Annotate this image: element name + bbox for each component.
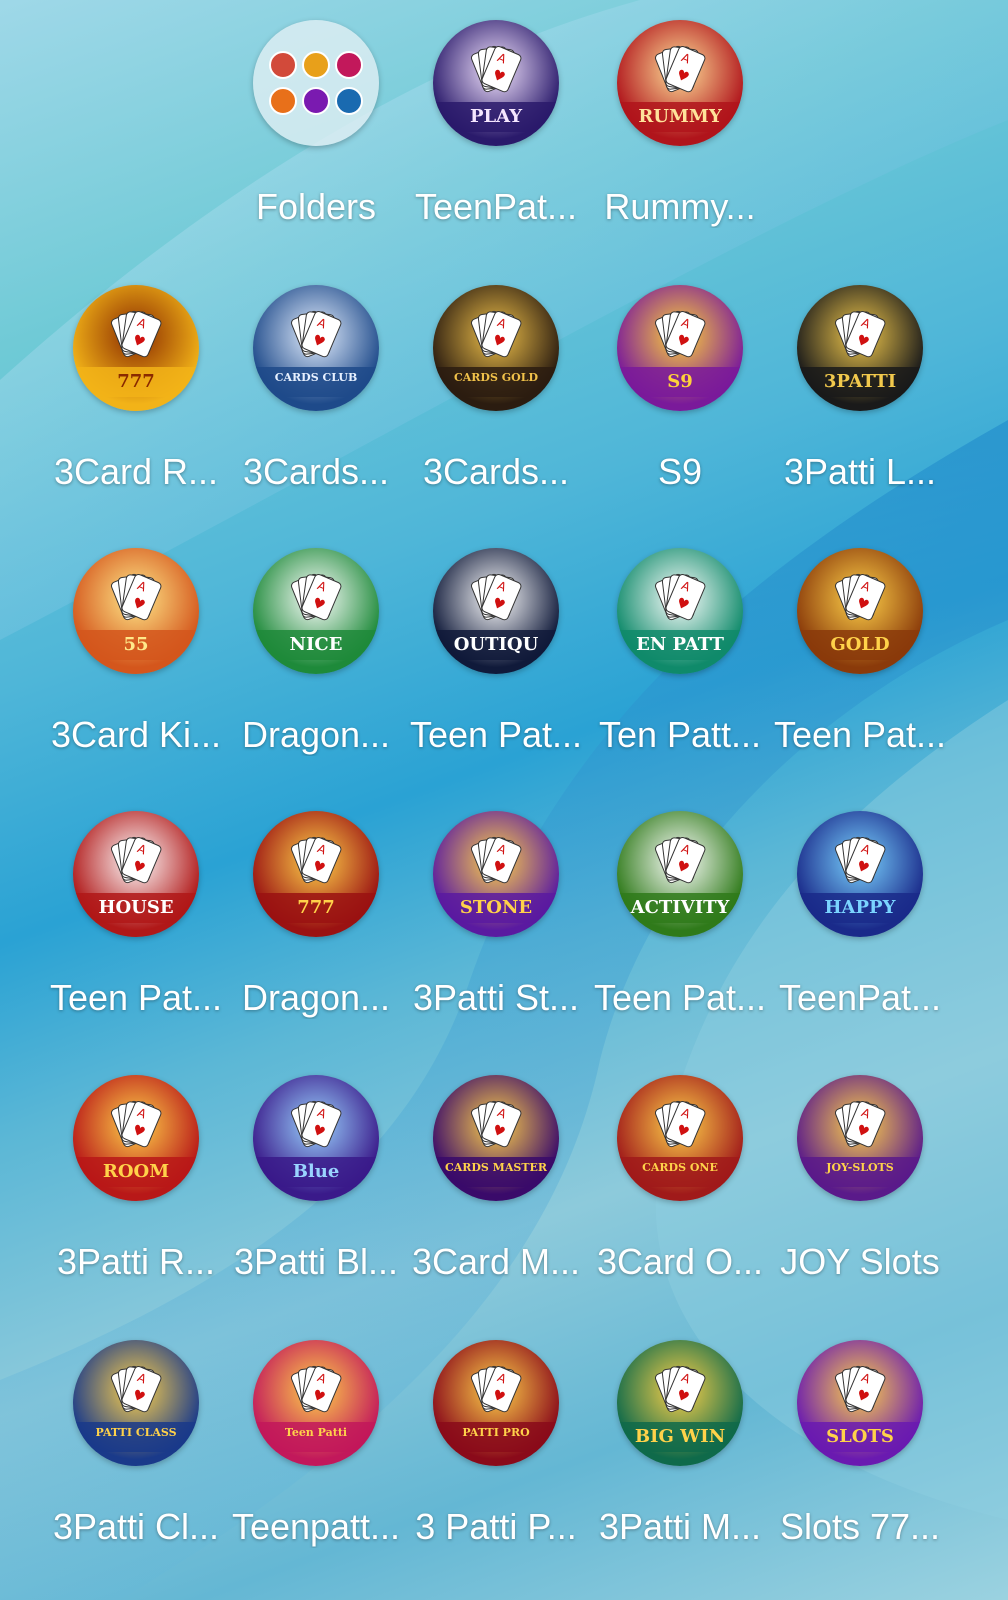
app-label: Teen Pat... bbox=[409, 714, 583, 755]
3card-royal-icon: A♠A♥A♠A♥777 bbox=[73, 285, 199, 411]
3patti-blue-icon: A♠A♥A♠A♥Blue bbox=[253, 1075, 379, 1201]
app-teenpatti-house[interactable]: A♠A♥A♠A♥HOUSE Teen Pat... bbox=[44, 811, 228, 1051]
app-label: S9 bbox=[657, 451, 703, 492]
joy-slots-icon: A♠A♥A♠A♥JOY-SLOTS bbox=[797, 1075, 923, 1201]
3cards-gold-icon: A♠A♥A♠A♥CARDS GOLD bbox=[433, 285, 559, 411]
app-3card-royal[interactable]: A♠A♥A♠A♥777 3Card R... bbox=[44, 285, 228, 525]
teenpatti-play-icon: A♠A♥A♠A♥PLAY bbox=[433, 20, 559, 146]
app-label: JOY Slots bbox=[780, 1241, 940, 1282]
app-teenpatti-play[interactable]: A♠A♥A♠A♥PLAY TeenPat... bbox=[404, 20, 588, 260]
app-label: 3Card Ki... bbox=[50, 714, 222, 755]
app-dragon-tiger-nice[interactable]: A♠A♥A♠A♥NICE Dragon... bbox=[224, 548, 408, 788]
app-label: 3Cards... bbox=[242, 451, 390, 492]
app-3patti-pro[interactable]: A♠A♥A♠A♥PATTI PRO 3 Patti P... bbox=[404, 1340, 588, 1580]
app-dragon-tiger-777[interactable]: A♠A♥A♠A♥777 Dragon... bbox=[224, 811, 408, 1051]
app-3card-master[interactable]: A♠A♥A♠A♥CARDS MASTER 3Card M... bbox=[404, 1075, 588, 1315]
app-label: 3Patti Cl... bbox=[52, 1506, 220, 1547]
ten-patti-icon: A♠A♥A♠A♥EN PATT bbox=[617, 548, 743, 674]
app-label: Slots 77... bbox=[779, 1506, 941, 1547]
app-label: 3Card M... bbox=[411, 1241, 581, 1282]
app-label: TeenPat... bbox=[414, 186, 578, 227]
app-label: Ten Patt... bbox=[598, 714, 762, 755]
app-3cards-club[interactable]: A♠A♥A♠A♥CARDS CLUB 3Cards... bbox=[224, 285, 408, 525]
teenpatti-house-icon: A♠A♥A♠A♥HOUSE bbox=[73, 811, 199, 937]
teenpatti-boutique-icon: A♠A♥A♠A♥OUTIQU bbox=[433, 548, 559, 674]
app-3card-king[interactable]: A♠A♥A♠A♥55 3Card Ki... bbox=[44, 548, 228, 788]
app-3patti-master[interactable]: A♠A♥A♠A♥BIG WIN 3Patti M... bbox=[588, 1340, 772, 1580]
app-label: Teenpatt... bbox=[231, 1506, 401, 1547]
app-joy-slots[interactable]: A♠A♥A♠A♥JOY-SLOTS JOY Slots bbox=[768, 1075, 952, 1315]
home-screen: FoldersA♠A♥A♠A♥PLAYTeenPat...A♠A♥A♠A♥RUM… bbox=[0, 0, 1008, 1600]
app-teenpatti[interactable]: A♠A♥A♠A♥Teen Patti Teenpatt... bbox=[224, 1340, 408, 1580]
app-ten-patti[interactable]: A♠A♥A♠A♥EN PATT Ten Patt... bbox=[588, 548, 772, 788]
3patti-stone-icon: A♠A♥A♠A♥STONE bbox=[433, 811, 559, 937]
folder-icon bbox=[253, 20, 379, 146]
app-3patti-room[interactable]: A♠A♥A♠A♥ROOM 3Patti R... bbox=[44, 1075, 228, 1315]
3patti-classic-icon: A♠A♥A♠A♥PATTI CLASS bbox=[73, 1340, 199, 1466]
teenpatti-activity-icon: A♠A♥A♠A♥ACTIVITY bbox=[617, 811, 743, 937]
app-3patti-loot[interactable]: A♠A♥A♠A♥3PATTI 3Patti L... bbox=[768, 285, 952, 525]
teenpatti-gold-icon: A♠A♥A♠A♥GOLD bbox=[797, 548, 923, 674]
app-3patti-stone[interactable]: A♠A♥A♠A♥STONE 3Patti St... bbox=[404, 811, 588, 1051]
rummy-east-icon: A♠A♥A♠A♥RUMMY bbox=[617, 20, 743, 146]
app-label: Dragon... bbox=[241, 977, 391, 1018]
app-label: Rummy... bbox=[604, 186, 756, 227]
app-label: 3 Patti P... bbox=[415, 1506, 577, 1547]
3card-king-icon: A♠A♥A♠A♥55 bbox=[73, 548, 199, 674]
app-3patti-classic[interactable]: A♠A♥A♠A♥PATTI CLASS 3Patti Cl... bbox=[44, 1340, 228, 1580]
3cards-club-icon: A♠A♥A♠A♥CARDS CLUB bbox=[253, 285, 379, 411]
app-teenpatti-activity[interactable]: A♠A♥A♠A♥ACTIVITY Teen Pat... bbox=[588, 811, 772, 1051]
app-label: 3Patti St... bbox=[412, 977, 580, 1018]
app-label: Dragon... bbox=[241, 714, 391, 755]
app-folder[interactable]: Folders bbox=[224, 20, 408, 260]
app-slots-777[interactable]: A♠A♥A♠A♥SLOTS Slots 77... bbox=[768, 1340, 952, 1580]
slots-777-icon: A♠A♥A♠A♥SLOTS bbox=[797, 1340, 923, 1466]
3card-master-icon: A♠A♥A♠A♥CARDS MASTER bbox=[433, 1075, 559, 1201]
app-label: 3Card R... bbox=[53, 451, 219, 492]
app-label: 3Patti L... bbox=[783, 451, 937, 492]
app-label: TeenPat... bbox=[778, 977, 942, 1018]
app-teenpatti-gold[interactable]: A♠A♥A♠A♥GOLD Teen Pat... bbox=[768, 548, 952, 788]
app-label: Teen Pat... bbox=[593, 977, 767, 1018]
app-label: 3Patti Bl... bbox=[233, 1241, 399, 1282]
app-label: Folders bbox=[255, 186, 377, 227]
3patti-pro-icon: A♠A♥A♠A♥PATTI PRO bbox=[433, 1340, 559, 1466]
s9-icon: A♠A♥A♠A♥S9 bbox=[617, 285, 743, 411]
app-3card-one[interactable]: A♠A♥A♠A♥CARDS ONE 3Card O... bbox=[588, 1075, 772, 1315]
3patti-room-icon: A♠A♥A♠A♥ROOM bbox=[73, 1075, 199, 1201]
app-teenpatti-boutique[interactable]: A♠A♥A♠A♥OUTIQU Teen Pat... bbox=[404, 548, 588, 788]
app-label: 3Card O... bbox=[596, 1241, 764, 1282]
teenpatti-icon: A♠A♥A♠A♥Teen Patti bbox=[253, 1340, 379, 1466]
3patti-loot-icon: A♠A♥A♠A♥3PATTI bbox=[797, 285, 923, 411]
3patti-master-icon: A♠A♥A♠A♥BIG WIN bbox=[617, 1340, 743, 1466]
dragon-tiger-777-icon: A♠A♥A♠A♥777 bbox=[253, 811, 379, 937]
app-grid: FoldersA♠A♥A♠A♥PLAYTeenPat...A♠A♥A♠A♥RUM… bbox=[0, 0, 1008, 1600]
app-label: Teen Pat... bbox=[773, 714, 947, 755]
teenpatti-happy-club-icon: A♠A♥A♠A♥HAPPY bbox=[797, 811, 923, 937]
app-s9[interactable]: A♠A♥A♠A♥S9 S9 bbox=[588, 285, 772, 525]
3card-one-icon: A♠A♥A♠A♥CARDS ONE bbox=[617, 1075, 743, 1201]
dragon-tiger-nice-icon: A♠A♥A♠A♥NICE bbox=[253, 548, 379, 674]
app-label: 3Patti M... bbox=[598, 1506, 762, 1547]
app-rummy-east[interactable]: A♠A♥A♠A♥RUMMY Rummy... bbox=[588, 20, 772, 260]
app-label: Teen Pat... bbox=[49, 977, 223, 1018]
app-teenpatti-happy-club[interactable]: A♠A♥A♠A♥HAPPY TeenPat... bbox=[768, 811, 952, 1051]
app-label: 3Patti R... bbox=[56, 1241, 216, 1282]
app-3patti-blue[interactable]: A♠A♥A♠A♥Blue 3Patti Bl... bbox=[224, 1075, 408, 1315]
app-3cards-gold[interactable]: A♠A♥A♠A♥CARDS GOLD 3Cards... bbox=[404, 285, 588, 525]
app-label: 3Cards... bbox=[422, 451, 570, 492]
